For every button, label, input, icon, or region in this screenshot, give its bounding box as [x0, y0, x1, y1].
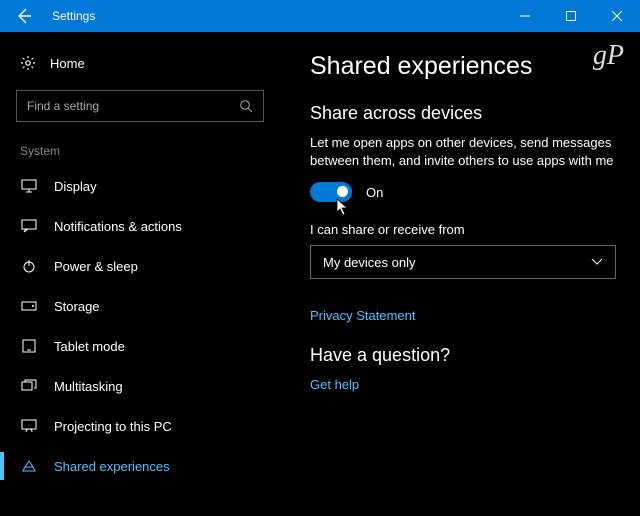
toggle-state-label: On [366, 185, 383, 200]
shared-icon [20, 459, 38, 473]
mouse-cursor-icon [336, 198, 350, 216]
sidebar-item-label: Storage [54, 299, 100, 314]
page-title: Shared experiences [310, 52, 618, 81]
minimize-icon [520, 11, 530, 21]
content-pane: gP Shared experiences Share across devic… [280, 32, 640, 516]
help-link[interactable]: Get help [310, 377, 359, 392]
chevron-down-icon [591, 258, 603, 266]
watermark: gP [593, 40, 624, 72]
sidebar-item-multitasking[interactable]: Multitasking [0, 366, 280, 406]
search-input[interactable]: Find a setting [16, 90, 264, 122]
minimize-button[interactable] [502, 0, 548, 32]
close-icon [612, 11, 622, 21]
sidebar-item-notifications[interactable]: Notifications & actions [0, 206, 280, 246]
sidebar-item-display[interactable]: Display [0, 166, 280, 206]
maximize-icon [566, 11, 576, 21]
home-label: Home [50, 56, 85, 71]
sidebar-item-label: Power & sleep [54, 259, 138, 274]
search-icon [239, 99, 253, 113]
sidebar: Home Find a setting System Display Notif… [0, 32, 280, 516]
maximize-button[interactable] [548, 0, 594, 32]
window-title: Settings [48, 9, 95, 23]
sidebar-item-label: Tablet mode [54, 339, 125, 354]
search-placeholder: Find a setting [27, 99, 99, 113]
back-button[interactable] [0, 0, 48, 32]
close-button[interactable] [594, 0, 640, 32]
sidebar-item-storage[interactable]: Storage [0, 286, 280, 326]
titlebar: Settings [0, 0, 640, 32]
section-title: Share across devices [310, 103, 618, 124]
sidebar-item-label: Notifications & actions [54, 219, 182, 234]
share-from-dropdown[interactable]: My devices only [310, 245, 616, 279]
sidebar-item-label: Projecting to this PC [54, 419, 172, 434]
storage-icon [20, 301, 38, 311]
gear-icon [20, 55, 36, 71]
multitasking-icon [20, 379, 38, 393]
question-title: Have a question? [310, 345, 618, 366]
display-icon [20, 179, 38, 193]
sidebar-item-projecting[interactable]: Projecting to this PC [0, 406, 280, 446]
sidebar-item-label: Shared experiences [54, 459, 170, 474]
sidebar-item-shared[interactable]: Shared experiences [0, 446, 280, 486]
share-from-label: I can share or receive from [310, 222, 618, 237]
group-title: System [0, 140, 280, 166]
home-button[interactable]: Home [0, 44, 280, 82]
dropdown-value: My devices only [323, 255, 415, 270]
section-description: Let me open apps on other devices, send … [310, 134, 618, 170]
sidebar-item-tablet[interactable]: Tablet mode [0, 326, 280, 366]
power-icon [20, 259, 38, 273]
tablet-icon [20, 339, 38, 353]
privacy-link[interactable]: Privacy Statement [310, 308, 416, 323]
sidebar-item-power[interactable]: Power & sleep [0, 246, 280, 286]
sidebar-item-label: Multitasking [54, 379, 123, 394]
notifications-icon [20, 219, 38, 233]
arrow-left-icon [16, 8, 32, 24]
projecting-icon [20, 419, 38, 433]
toggle-knob [337, 186, 348, 197]
sidebar-item-label: Display [54, 179, 97, 194]
